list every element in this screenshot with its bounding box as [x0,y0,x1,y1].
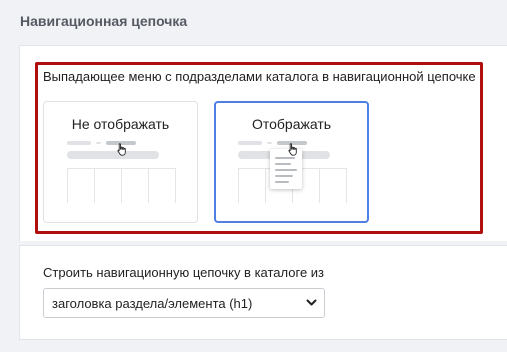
preview-grid [67,168,176,203]
preview-separator [267,142,272,144]
hand-pointer-icon [117,143,126,156]
hand-pointer-icon [288,143,297,156]
build-option-label: Строить навигационную цепочку в каталоге… [43,265,325,280]
preview-separator [96,142,101,144]
chevron-down-icon [306,299,317,306]
dropdown-option-label: Выпадающее меню с подразделами каталога … [43,69,476,84]
preview-crumb [67,141,91,145]
choice-card-hide[interactable]: Не отображать [43,101,198,223]
choice-card-show[interactable]: Отображать [214,101,369,223]
choice-card-hide-label: Не отображать [71,116,170,132]
select-value: заголовка раздела/элемента (h1) [52,296,253,311]
choice-card-show-label: Отображать [251,116,332,132]
breadcrumb-source-select[interactable]: заголовка раздела/элемента (h1) [43,288,325,318]
preview-crumb [238,141,262,145]
preview-heading [67,151,159,159]
section-title: Навигационная цепочка [20,13,188,29]
